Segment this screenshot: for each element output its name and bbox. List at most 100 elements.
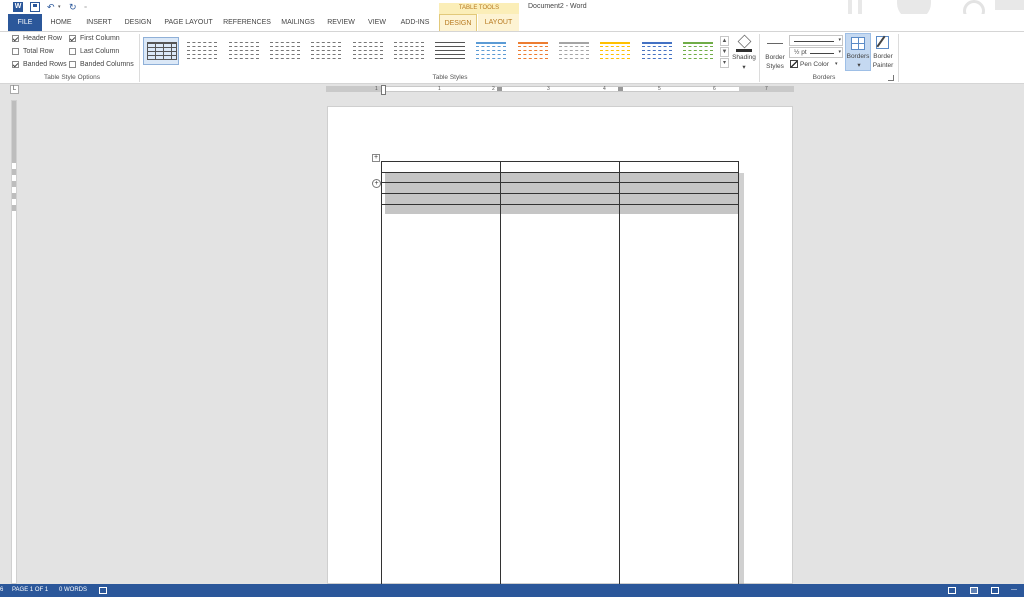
thumbnail-row-line (394, 50, 424, 51)
tab-add-ins[interactable]: ADD-INS (396, 14, 434, 31)
gallery-scroll-up[interactable]: ▲ (720, 36, 729, 46)
border-styles-button[interactable]: Border Styles (763, 36, 787, 74)
line-weight-preview (810, 53, 834, 54)
header-row-checkbox[interactable] (12, 35, 19, 42)
banded-columns-checkbox[interactable] (69, 61, 76, 68)
tab-file[interactable]: FILE (8, 14, 42, 31)
shading-label: Shading (732, 54, 756, 61)
paint-bucket-icon (737, 34, 752, 49)
table-style-thumbnail[interactable] (597, 37, 633, 65)
thumbnail-row-line (518, 54, 548, 55)
borders-grid-icon (851, 37, 865, 50)
horizontal-ruler[interactable]: 1 1 2 3 4 5 6 7 (326, 85, 794, 95)
thumbnail-row-line (353, 50, 383, 51)
web-layout-icon[interactable] (991, 587, 999, 594)
borders-button[interactable]: Borders ▾ (845, 33, 871, 71)
gallery-more[interactable]: ▾ (720, 58, 729, 68)
table-style-thumbnail[interactable] (226, 37, 262, 65)
tab-design[interactable]: DESIGN (122, 14, 154, 31)
shading-button[interactable]: Shading ▾ (732, 34, 756, 71)
banded-columns-label: Banded Columns (80, 61, 134, 68)
thumbnail-row-line (394, 54, 424, 55)
thumbnail-row-line (683, 42, 713, 44)
table-border (619, 161, 620, 584)
column-marker[interactable] (618, 87, 623, 91)
vertical-ruler[interactable] (11, 100, 17, 584)
read-mode-icon[interactable] (948, 587, 956, 594)
column-marker[interactable] (497, 87, 502, 91)
tab-references[interactable]: REFERENCES (222, 14, 272, 31)
thumbnail-row-line (270, 46, 300, 47)
banded-rows-label: Banded Rows (23, 61, 67, 68)
table-style-thumbnail[interactable] (143, 37, 179, 65)
ruler-number: 7 (765, 86, 768, 92)
table-style-thumbnail[interactable] (350, 37, 386, 65)
redo-icon[interactable]: ↻ (69, 2, 79, 12)
zoom-slider[interactable]: — (1011, 587, 1024, 593)
tab-table-design[interactable]: DESIGN (439, 14, 477, 31)
table-style-thumbnail[interactable] (267, 37, 303, 65)
thumbnail-row-line (559, 58, 589, 59)
undo-icon[interactable]: ↶ (47, 2, 57, 12)
table-style-thumbnail[interactable] (308, 37, 344, 65)
background-pattern (995, 0, 1024, 10)
pen-color-button[interactable]: Pen Color ▾ (789, 60, 843, 70)
banded-rows-checkbox[interactable] (12, 61, 19, 68)
contextual-group-label: TABLE TOOLS (439, 3, 519, 14)
chevron-down-icon[interactable]: ▾ (58, 2, 68, 12)
tab-mailings[interactable]: MAILINGS (278, 14, 318, 31)
tab-review[interactable]: REVIEW (324, 14, 358, 31)
word-count[interactable]: 0 WORDS (59, 587, 87, 593)
table-style-thumbnail[interactable] (432, 37, 468, 65)
line-style-dropdown[interactable]: ▾ (789, 35, 843, 46)
ruler-number: 4 (603, 86, 606, 92)
table-style-thumbnail[interactable] (184, 37, 220, 65)
indent-marker[interactable] (381, 85, 386, 95)
print-layout-icon[interactable] (970, 587, 978, 594)
table-move-handle-icon[interactable]: + (372, 154, 380, 162)
save-icon[interactable] (30, 2, 40, 12)
tab-view[interactable]: VIEW (364, 14, 390, 31)
thumbnail-row-line (476, 58, 506, 59)
table-style-thumbnail[interactable] (391, 37, 427, 65)
window-title: Document2 - Word (528, 3, 587, 10)
page-count[interactable]: PAGE 1 OF 1 (12, 587, 48, 593)
tab-page-layout[interactable]: PAGE LAYOUT (161, 14, 216, 31)
total-row-label: Total Row (23, 48, 54, 55)
gallery-scroll-down[interactable]: ▼ (720, 47, 729, 57)
table-border (381, 204, 739, 205)
thumbnail-row-line (559, 54, 589, 55)
table-style-thumbnail[interactable] (473, 37, 509, 65)
tab-selector-button[interactable]: L (10, 85, 19, 94)
thumbnail-row-line (600, 58, 630, 59)
tab-insert[interactable]: INSERT (83, 14, 115, 31)
thumbnail-row-line (187, 42, 217, 43)
thumbnail-row-line (683, 50, 713, 51)
table-style-thumbnail[interactable] (680, 37, 716, 65)
group-separator (139, 34, 140, 82)
tab-home[interactable]: HOME (46, 14, 76, 31)
dialog-launcher-icon[interactable] (888, 75, 894, 81)
shading-color-bar (736, 49, 752, 52)
thumbnail-row-line (642, 58, 672, 59)
table-style-thumbnail[interactable] (515, 37, 551, 65)
border-painter-label-2: Painter (872, 62, 894, 69)
table-style-thumbnail[interactable] (556, 37, 592, 65)
thumbnail-row-line (559, 50, 589, 51)
total-row-checkbox[interactable] (12, 48, 19, 55)
thumbnail-row-line (311, 54, 341, 55)
line-weight-dropdown[interactable]: ½ pt ▾ (789, 47, 843, 58)
thumbnail-row-line (311, 50, 341, 51)
first-column-checkbox[interactable] (69, 35, 76, 42)
insert-row-icon[interactable]: + (372, 179, 381, 188)
header-row-label: Header Row (23, 35, 62, 42)
thumbnail-row-line (518, 42, 548, 44)
table-style-thumbnail[interactable] (639, 37, 675, 65)
customize-qat-icon[interactable]: ₌ (84, 2, 94, 12)
border-painter-button[interactable]: Border Painter (871, 35, 895, 73)
tab-table-layout[interactable]: LAYOUT (478, 14, 519, 31)
thumbnail-row-line (187, 58, 217, 59)
thumbnail-row-line (642, 50, 672, 51)
proofing-icon[interactable] (99, 587, 107, 594)
last-column-checkbox[interactable] (69, 48, 76, 55)
